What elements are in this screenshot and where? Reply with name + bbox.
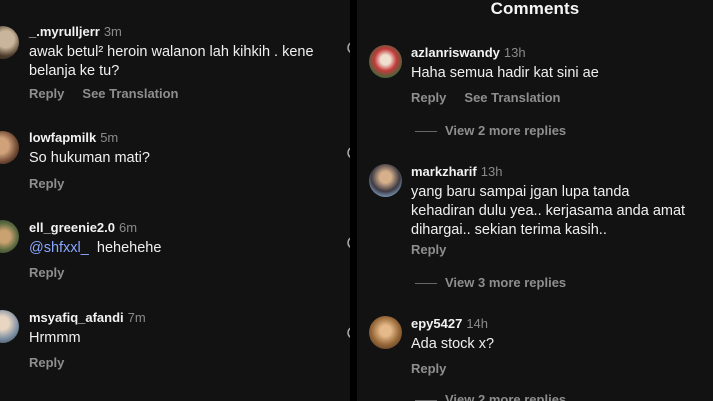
comment-text: Haha semua hadir kat sini ae: [411, 65, 599, 81]
comment-text: So hukuman mati?: [29, 150, 150, 166]
comment-text: Ada stock x?: [411, 336, 495, 352]
comment-actions: Reply: [411, 361, 464, 376]
comment-time: 7m: [127, 310, 146, 325]
comment-username[interactable]: lowfapmilk 5m: [29, 130, 118, 145]
comment-username[interactable]: _.myrulljerr 3m: [29, 24, 122, 39]
see-translation-button[interactable]: See Translation: [464, 90, 560, 105]
page-title: Comments: [490, 0, 580, 18]
comment-text: yang baru sampai jgan lupa tanda kehadir…: [411, 184, 686, 238]
heart-outline-icon[interactable]: [344, 326, 350, 342]
reply-button[interactable]: Reply: [29, 355, 64, 370]
comment-actions: Reply See Translation: [29, 86, 197, 101]
reply-button[interactable]: Reply: [29, 86, 64, 101]
comment-username[interactable]: msyafiq_afandi 7m: [29, 310, 146, 325]
divider: [415, 131, 437, 133]
avatar[interactable]: [369, 164, 402, 197]
comment-time: 5m: [100, 130, 119, 145]
comment-time: 14h: [466, 316, 489, 331]
reply-button[interactable]: Reply: [411, 361, 446, 376]
comment-text: @shfxxl_ hehehehe: [29, 240, 162, 256]
reply-button[interactable]: Reply: [411, 242, 446, 257]
reply-button[interactable]: Reply: [411, 90, 446, 105]
view-more-replies-button[interactable]: View 2 more replies: [415, 392, 566, 401]
comment-text: awak betul² heroin walanon lah kihkih . …: [29, 44, 314, 79]
reply-button[interactable]: Reply: [29, 265, 64, 280]
see-translation-button[interactable]: See Translation: [82, 86, 178, 101]
avatar[interactable]: [0, 310, 19, 343]
comment-time: 6m: [119, 220, 138, 235]
avatar[interactable]: [0, 131, 19, 164]
right-comments-panel: Comments azlanriswandy 13h Haha semua had…: [357, 0, 713, 401]
avatar[interactable]: [369, 45, 402, 78]
heart-outline-icon[interactable]: [344, 236, 350, 252]
reply-button[interactable]: Reply: [29, 176, 64, 191]
comment-actions: Reply See Translation: [411, 90, 579, 105]
heart-outline-icon[interactable]: [344, 146, 350, 162]
comment-text: Hrmmm: [29, 330, 81, 346]
comment-actions: Reply: [29, 265, 82, 280]
comment-username[interactable]: markzharif 13h: [411, 164, 502, 179]
avatar[interactable]: [0, 26, 19, 59]
comment-username[interactable]: epy5427 14h: [411, 316, 488, 331]
comment-actions: Reply: [411, 242, 464, 257]
comment-actions: Reply: [29, 176, 82, 191]
avatar[interactable]: [0, 220, 19, 253]
comment-time: 3m: [103, 24, 122, 39]
view-more-replies-button[interactable]: View 2 more replies: [415, 123, 566, 138]
divider: [415, 283, 437, 285]
heart-outline-icon[interactable]: [344, 41, 350, 57]
comment-time: 13h: [480, 164, 503, 179]
mention-link[interactable]: @shfxxl_: [29, 240, 89, 256]
comment-actions: Reply: [29, 355, 82, 370]
comment-time: 13h: [503, 45, 526, 60]
comment-username[interactable]: ell_greenie2.0 6m: [29, 220, 137, 235]
comment-username[interactable]: azlanriswandy 13h: [411, 45, 526, 60]
left-comments-panel: _.myrulljerr 3m awak betul² heroin walano…: [0, 0, 350, 401]
view-more-replies-button[interactable]: View 3 more replies: [415, 275, 566, 290]
avatar[interactable]: [369, 316, 402, 349]
